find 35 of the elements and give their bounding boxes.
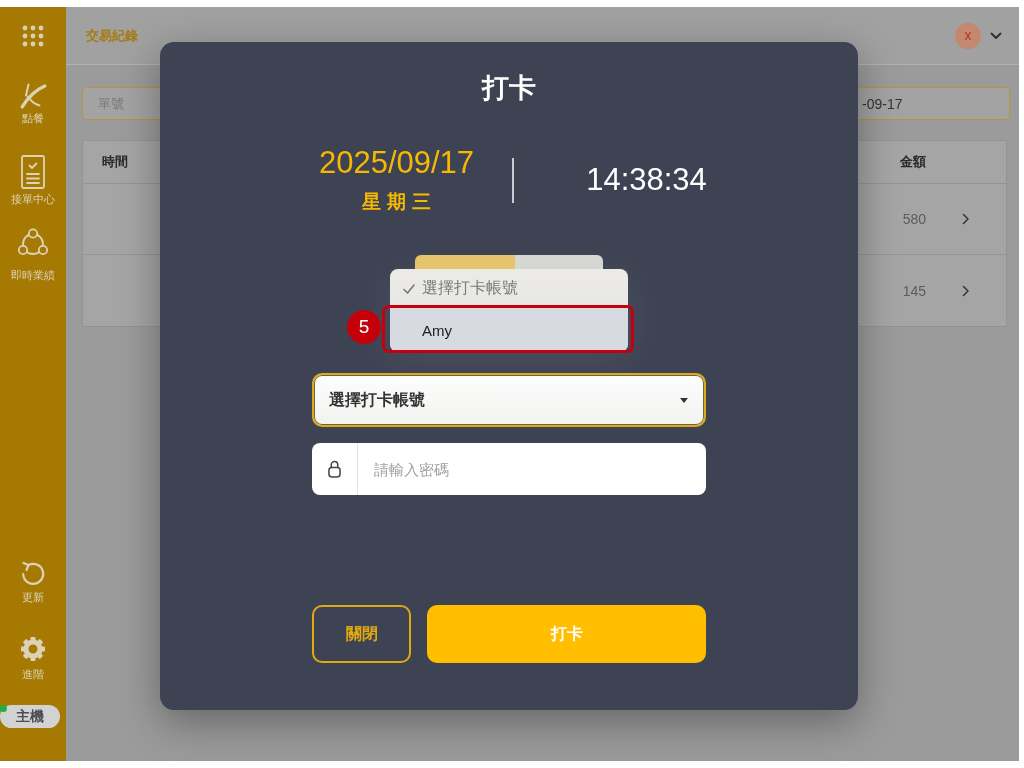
sidebar-item[interactable]: 即時業績 (11, 228, 55, 282)
submit-button[interactable]: 打卡 (427, 605, 706, 663)
chevron-right-icon (962, 213, 970, 225)
column-header: 時間 (102, 153, 128, 171)
step-marker: 5 (347, 310, 381, 344)
time-text: 14:38:34 (586, 163, 707, 197)
check-icon (403, 283, 415, 294)
close-button[interactable]: 關閉 (312, 605, 411, 663)
chevron-down-icon[interactable] (990, 31, 1002, 40)
table-cell: 145 (902, 282, 926, 299)
sidebar-item[interactable]: 接單中心 (11, 155, 55, 206)
k-logo-icon (19, 83, 47, 109)
weekday-text: 星期三 (361, 190, 437, 214)
menu-option[interactable]: 選擇打卡帳號 (390, 269, 628, 308)
table-cell: 580 (902, 211, 926, 227)
account-select[interactable]: 選擇打卡帳號 (312, 373, 706, 427)
host-indicator: 主機 (0, 705, 60, 728)
settings-icon (20, 636, 46, 662)
sidebar-item[interactable]: 更新 (20, 560, 46, 604)
date-text: 2025/09/17 (318, 146, 475, 180)
dialog-title: 打卡 (482, 72, 536, 104)
sidebar-item[interactable]: 進階 (20, 636, 46, 681)
lock-icon (328, 460, 341, 478)
dots-grid-icon[interactable] (22, 25, 44, 47)
password-field[interactable]: 請輸入密碼 (312, 443, 706, 495)
refresh-icon (20, 560, 46, 586)
circle-nodes-icon (17, 228, 49, 258)
column-header: 金額 (900, 153, 926, 171)
menu-option[interactable]: Amy (390, 308, 628, 352)
user-avatar[interactable]: x (955, 22, 981, 49)
page-title: 交易紀錄 (86, 26, 138, 45)
clipboard-icon (21, 155, 45, 189)
caret-down-icon (680, 397, 688, 403)
chevron-right-icon (962, 284, 970, 297)
sidebar-item[interactable]: 點餐 (19, 83, 47, 125)
